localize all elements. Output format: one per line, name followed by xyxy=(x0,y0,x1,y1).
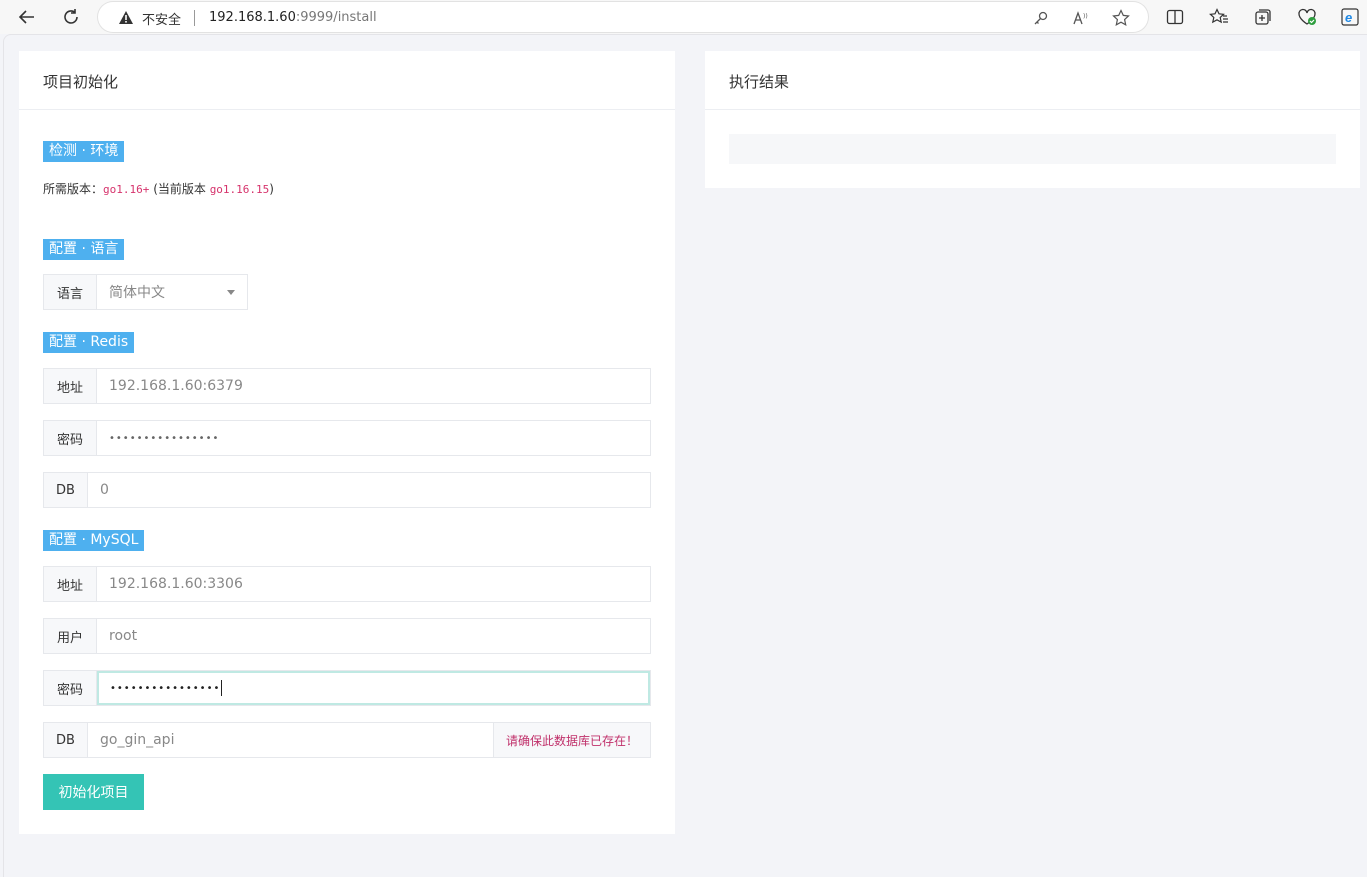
favorite-star-icon[interactable] xyxy=(1112,9,1130,27)
refresh-icon[interactable] xyxy=(58,4,84,30)
required-version-label: 所需版本： xyxy=(43,182,104,196)
language-select[interactable]: 简体中文 xyxy=(97,275,247,309)
collections-icon[interactable] xyxy=(1252,6,1274,28)
mysql-pass-value: •••••••••••••••• xyxy=(110,682,221,694)
db-exists-hint: 请确保此数据库已存在！ xyxy=(492,723,650,757)
browser-toolbar: 不安全 192.168.1.60:9999/install )) e xyxy=(0,0,1367,34)
mysql-pass-input[interactable]: •••••••••••••••• xyxy=(97,671,650,705)
language-select-group: 语言 简体中文 xyxy=(43,274,248,310)
mysql-pass-label: 密码 xyxy=(44,671,97,705)
split-screen-icon[interactable] xyxy=(1164,6,1186,28)
redis-pass-label: 密码 xyxy=(44,421,97,455)
version-requirement: 所需版本：go1.16+ (当前版本 go1.16.15) xyxy=(43,180,274,197)
edge-ie-mode-icon[interactable]: e xyxy=(1339,6,1361,28)
mysql-addr-group: 地址 192.168.1.60:3306 xyxy=(43,566,651,602)
redis-db-group: DB 0 xyxy=(43,472,651,508)
redis-addr-label: 地址 xyxy=(44,369,97,403)
current-version-close: ) xyxy=(269,182,274,196)
init-project-card: 项目初始化 检测 · 环境 所需版本：go1.16+ (当前版本 go1.16.… xyxy=(19,51,675,834)
address-bar[interactable]: 不安全 192.168.1.60:9999/install )) xyxy=(98,2,1148,32)
result-output-box xyxy=(729,134,1336,164)
url-host: 192.168.1.60 xyxy=(209,10,296,25)
mysql-user-input[interactable]: root xyxy=(97,619,650,653)
redis-pass-input[interactable]: •••••••••••••••• xyxy=(97,421,650,455)
key-icon[interactable] xyxy=(1032,9,1050,27)
env-check-tag: 检测 · 环境 xyxy=(43,141,125,162)
redis-addr-input[interactable]: 192.168.1.60:6379 xyxy=(97,369,650,403)
mysql-db-label: DB xyxy=(44,723,88,757)
url-path: :9999/install xyxy=(295,10,377,25)
warning-icon[interactable] xyxy=(118,10,134,29)
redis-db-input[interactable]: 0 xyxy=(88,473,650,507)
mysql-db-group: DB go_gin_api 请确保此数据库已存在！ xyxy=(43,722,651,758)
mysql-db-input[interactable]: go_gin_api xyxy=(88,723,493,757)
url-text[interactable]: 192.168.1.60:9999/install xyxy=(209,10,377,25)
insecure-label[interactable]: 不安全 xyxy=(142,9,181,28)
mysql-user-label: 用户 xyxy=(44,619,97,653)
execution-result-card: 执行结果 xyxy=(705,51,1360,188)
redis-config-tag: 配置 · Redis xyxy=(43,332,135,353)
text-caret xyxy=(221,680,223,696)
result-card-title: 执行结果 xyxy=(705,51,1360,110)
mysql-user-group: 用户 root xyxy=(43,618,651,654)
language-select-value: 简体中文 xyxy=(109,285,165,301)
redis-pass-group: 密码 •••••••••••••••• xyxy=(43,420,651,456)
lang-config-tag: 配置 · 语言 xyxy=(43,239,125,260)
current-version-label: (当前版本 xyxy=(149,182,210,196)
init-project-button[interactable]: 初始化项目 xyxy=(43,774,144,810)
read-aloud-icon[interactable]: )) xyxy=(1072,9,1090,27)
favorites-icon[interactable] xyxy=(1208,6,1230,28)
mysql-pass-group: 密码 •••••••••••••••• xyxy=(43,670,651,706)
required-version-code: go1.16+ xyxy=(103,183,150,196)
back-icon[interactable] xyxy=(14,4,40,30)
redis-db-label: DB xyxy=(44,473,88,507)
mysql-addr-label: 地址 xyxy=(44,567,97,601)
redis-addr-group: 地址 192.168.1.60:6379 xyxy=(43,368,651,404)
svg-text:)): )) xyxy=(1083,13,1088,20)
language-label: 语言 xyxy=(44,275,97,309)
browser-essentials-icon[interactable] xyxy=(1296,6,1318,28)
mysql-addr-input[interactable]: 192.168.1.60:3306 xyxy=(97,567,650,601)
chevron-down-icon xyxy=(227,289,235,295)
current-version-code: go1.16.15 xyxy=(209,183,270,196)
svg-text:e: e xyxy=(1345,10,1352,25)
init-card-title: 项目初始化 xyxy=(19,51,675,110)
mysql-config-tag: 配置 · MySQL xyxy=(43,530,145,551)
address-separator xyxy=(194,10,195,26)
